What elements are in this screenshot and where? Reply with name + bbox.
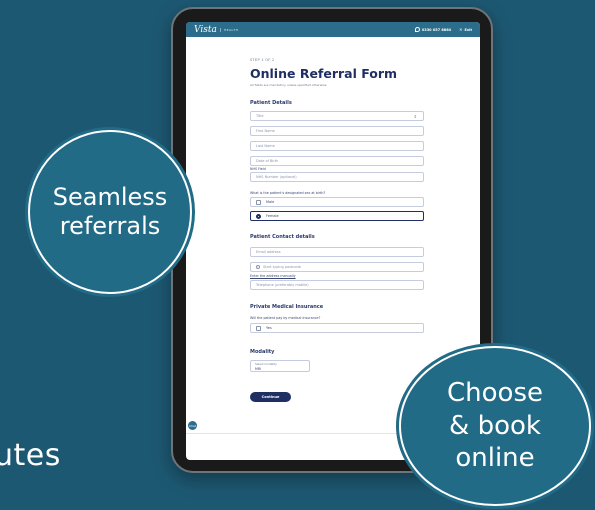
background-caption: utes: [0, 438, 61, 473]
badge-right-line-3: online: [455, 443, 535, 474]
header-phone-link[interactable]: 0330 057 8864: [422, 28, 451, 32]
form-title: Online Referral Form: [250, 66, 398, 81]
telephone-placeholder: Telephone (preferably mobile): [256, 283, 309, 287]
checkbox-icon: [256, 325, 261, 331]
first-name-placeholder: First Name: [256, 129, 275, 133]
vista-logo[interactable]: Vista: [194, 25, 217, 35]
search-icon: [256, 265, 260, 269]
site-header: Vista HEALTH 0330 057 8864 ✕ Exit: [186, 22, 480, 37]
last-name-placeholder: Last Name: [256, 144, 275, 148]
checkbox-icon: [256, 199, 261, 205]
email-field[interactable]: Email address: [250, 247, 424, 257]
radio-selected-icon: [256, 213, 261, 219]
manual-address-link[interactable]: Enter the address manually: [250, 274, 296, 278]
form-step: STEP 1 OF 2: [250, 58, 275, 62]
logo-subtitle: HEALTH: [219, 27, 239, 32]
title-select[interactable]: Title ⇕: [250, 111, 424, 121]
insurance-option-yes[interactable]: Yes: [250, 323, 424, 333]
badge-right-line-1: Choose: [447, 378, 543, 409]
chevron-updown-icon: ⇕: [413, 113, 417, 119]
badge-left-line-1: Seamless: [52, 183, 168, 212]
last-name-field[interactable]: Last Name: [250, 141, 424, 151]
insurance-heading: Private Medical Insurance: [250, 304, 324, 310]
contact-details-heading: Patient Contact details: [250, 234, 315, 240]
choose-book-online-badge: Choose & book online: [399, 346, 591, 506]
continue-button[interactable]: Continue: [250, 392, 291, 402]
chat-icon[interactable]: Chat: [188, 421, 197, 430]
modality-select-value: MRI: [255, 367, 262, 371]
seamless-referrals-badge: Seamless referrals: [28, 130, 192, 294]
insurance-option-yes-label: Yes: [266, 326, 272, 330]
sex-option-female[interactable]: Female: [250, 211, 424, 221]
sex-option-male-label: Male: [266, 200, 275, 204]
title-select-placeholder: Title: [256, 114, 264, 118]
telephone-field[interactable]: Telephone (preferably mobile): [250, 280, 424, 290]
patient-details-heading: Patient Details: [250, 100, 292, 106]
nhs-placeholder: NHS Number (optional): [256, 175, 297, 179]
modality-heading: Modality: [250, 349, 275, 355]
badge-right-line-2: & book: [449, 410, 541, 441]
sex-option-male[interactable]: Male: [250, 197, 424, 207]
close-icon: ✕: [459, 27, 463, 32]
nhs-number-field[interactable]: NHS Number (optional): [250, 172, 424, 182]
modality-select-label: Select modality: [255, 362, 277, 366]
email-placeholder: Email address: [256, 250, 281, 254]
dob-placeholder: Date of Birth: [256, 159, 279, 163]
phone-icon: [414, 27, 420, 32]
exit-button[interactable]: Exit: [464, 28, 472, 32]
first-name-field[interactable]: First Name: [250, 126, 424, 136]
referral-form: STEP 1 OF 2 Online Referral Form All fie…: [250, 58, 424, 402]
badge-left-line-2: referrals: [59, 212, 161, 240]
modality-select[interactable]: Select modality MRI: [250, 360, 310, 372]
sex-question: What is the patient's designated sex at …: [250, 191, 326, 195]
insurance-question: Will the patient pay by medical insuranc…: [250, 316, 321, 320]
postcode-search-input[interactable]: Start typing postcode: [250, 262, 424, 272]
dob-field[interactable]: Date of Birth: [250, 156, 424, 166]
postcode-placeholder: Start typing postcode: [263, 265, 301, 269]
nhs-label: NHS Field: [250, 167, 266, 171]
form-note: All fields are mandatory unless specifie…: [250, 83, 327, 87]
sex-option-female-label: Female: [266, 214, 279, 218]
